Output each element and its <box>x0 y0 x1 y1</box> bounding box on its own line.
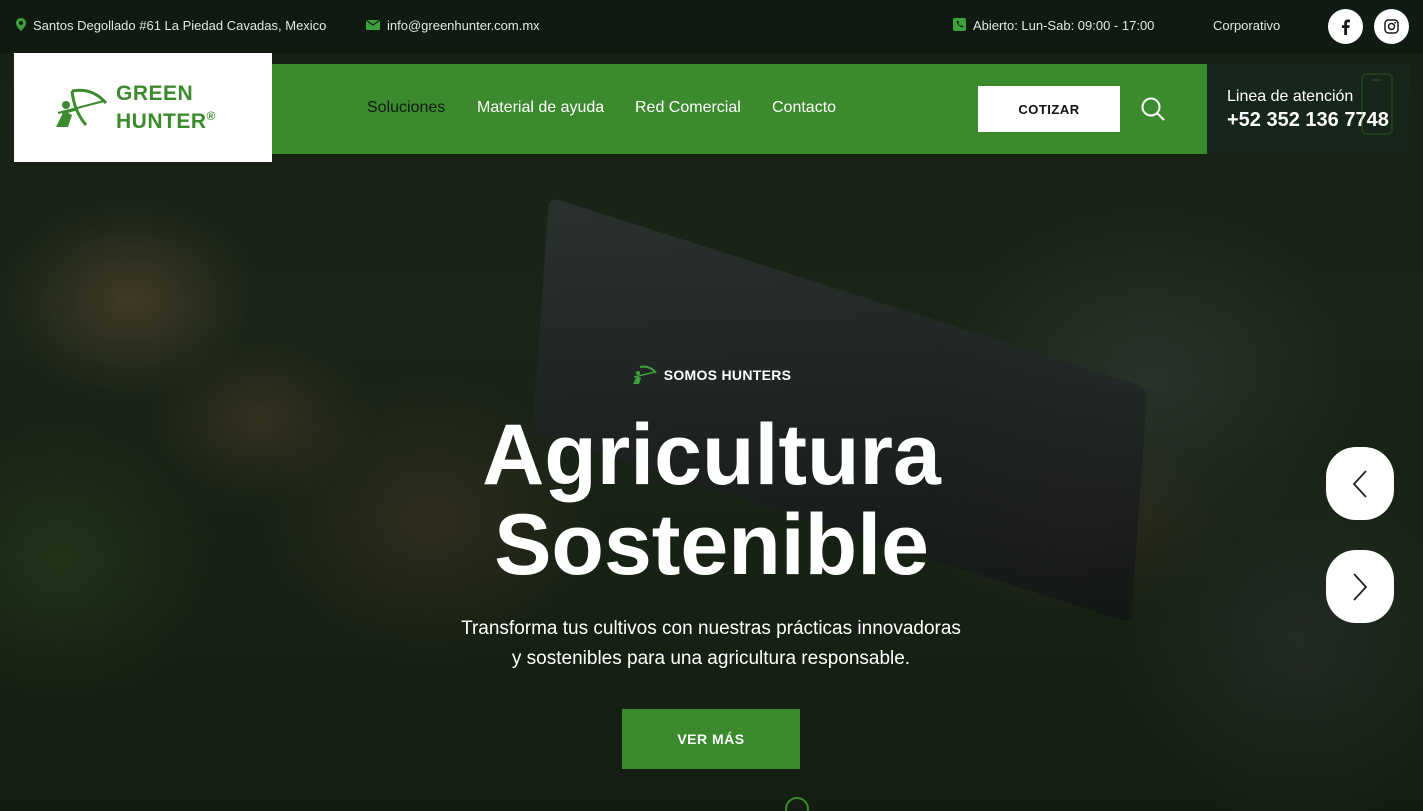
chevron-right-icon <box>1353 572 1368 601</box>
hero-eyebrow-text: SOMOS HUNTERS <box>663 367 792 383</box>
archer-small-icon <box>632 365 657 384</box>
phone-icon <box>953 18 966 33</box>
hotline-panel[interactable]: Linea de atención +52 352 136 7748 <box>1207 64 1410 154</box>
envelope-icon <box>365 19 381 32</box>
email-link[interactable]: info@greenhunter.com.mx <box>387 18 540 33</box>
corporate-link-item[interactable]: Corporativo <box>1213 18 1280 33</box>
hero-title-line-2: Sostenible <box>494 497 929 593</box>
logo-line-2: HUNTER <box>116 109 207 133</box>
hero-subtitle: Transforma tus cultivos con nuestras prá… <box>411 614 1011 674</box>
nav-item-material-de-ayuda[interactable]: Material de ayuda <box>477 99 604 117</box>
hero-title-line-1: Agricultura <box>482 407 941 503</box>
address-text: Santos Degollado #61 La Piedad Cavadas, … <box>33 18 327 33</box>
hero-title: Agricultura Sostenible <box>0 410 1423 590</box>
nav-item-soluciones[interactable]: Soluciones <box>367 99 445 117</box>
main-navigation: Soluciones Material de ayuda Red Comerci… <box>272 64 1207 154</box>
mobile-phone-icon <box>1361 73 1393 135</box>
brand-logo[interactable]: GREEN HUNTER® <box>14 53 272 162</box>
email-item[interactable]: info@greenhunter.com.mx <box>365 18 540 33</box>
ver-mas-button[interactable]: VER MÁS <box>622 709 800 769</box>
logo-wordmark: GREEN HUNTER® <box>116 81 216 133</box>
address-item: Santos Degollado #61 La Piedad Cavadas, … <box>16 18 326 33</box>
hero-subtitle-line-1: Transforma tus cultivos con nuestras prá… <box>461 618 961 639</box>
nav-item-red-comercial[interactable]: Red Comercial <box>635 99 741 117</box>
slider-next-button[interactable] <box>1326 550 1394 623</box>
location-pin-icon <box>16 18 26 33</box>
nav-item-contacto[interactable]: Contacto <box>772 99 836 117</box>
corporate-link[interactable]: Corporativo <box>1213 18 1280 33</box>
registered-mark: ® <box>206 108 216 123</box>
chevron-left-icon <box>1352 469 1367 498</box>
slider-prev-button[interactable] <box>1326 447 1394 520</box>
cotizar-button[interactable]: COTIZAR <box>978 86 1120 132</box>
hours-item: Abierto: Lun-Sab: 09:00 - 17:00 <box>953 18 1154 33</box>
top-bar: Santos Degollado #61 La Piedad Cavadas, … <box>0 0 1423 53</box>
archer-logo-icon <box>56 88 108 127</box>
hero-eyebrow: SOMOS HUNTERS <box>0 364 1423 386</box>
facebook-icon[interactable] <box>1328 9 1363 44</box>
instagram-icon[interactable] <box>1374 9 1409 44</box>
search-icon[interactable] <box>1140 96 1166 122</box>
hours-text: Abierto: Lun-Sab: 09:00 - 17:00 <box>973 18 1155 33</box>
logo-line-1: GREEN <box>116 81 194 105</box>
hero-subtitle-line-2: y sostenibles para una agricultura respo… <box>511 648 911 669</box>
